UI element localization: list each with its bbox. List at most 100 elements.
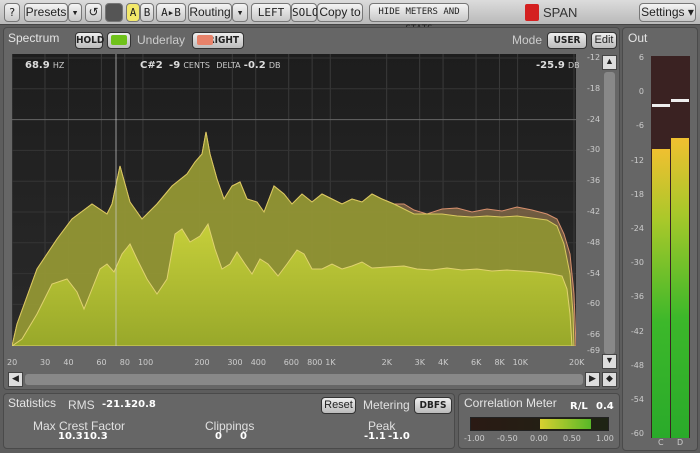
zoom-reset-button[interactable]: ◆	[602, 372, 617, 387]
hide-meters-button[interactable]: HIDE METERS AND STATS	[369, 3, 469, 34]
out-scale-label: -36	[630, 292, 644, 302]
out-scale-label: -42	[630, 326, 644, 336]
out-scale-label: -18	[630, 189, 644, 199]
spectrum-tab[interactable]: Spectrum	[8, 31, 59, 45]
freq-tick-label: 10K	[512, 358, 529, 367]
edit-button[interactable]: Edit	[591, 32, 617, 49]
mode-select[interactable]: USER	[547, 32, 587, 49]
cursor-note-readout: C#2 -9 CENTS DELTA -0.2 DB	[140, 60, 281, 71]
out-scale-label: 0	[638, 87, 644, 97]
db-tick-label: -54	[587, 268, 601, 278]
rms-right: -20.8	[127, 399, 156, 410]
db-tick-label: -48	[587, 237, 601, 247]
clip-left: 0	[215, 431, 222, 442]
db-tick-label: -36	[587, 176, 601, 186]
freq-tick-label: 60	[96, 358, 107, 367]
presets-dropdown[interactable]: ▾	[68, 3, 82, 22]
freq-tick-label: 6K	[471, 358, 482, 367]
copy-to-button[interactable]: Copy to	[317, 3, 363, 22]
reset-button[interactable]: Reset	[321, 397, 356, 414]
underlay-right-button[interactable]: RIGHT	[192, 32, 244, 49]
out-scale-label: -54	[630, 395, 644, 404]
rl-label: R/L	[570, 401, 588, 412]
peak-right: -1.0	[388, 431, 410, 442]
hold-button[interactable]: HOLD	[75, 32, 104, 49]
rms-label: RMS	[68, 398, 95, 412]
correlation-meter	[470, 417, 609, 431]
db-tick-label: -60	[587, 299, 601, 309]
mode-label: Mode	[512, 33, 543, 47]
scroll-right-button[interactable]: ▶	[585, 372, 600, 387]
freq-tick-label: 300	[227, 358, 243, 367]
routing-dropdown[interactable]: ▾	[232, 3, 248, 22]
scroll-left-button[interactable]: ◀	[8, 372, 23, 387]
freq-tick-label: 8K	[494, 358, 505, 367]
db-tick-label: -18	[587, 83, 601, 93]
solo-button[interactable]: SOLO	[291, 3, 319, 22]
help-button[interactable]: ?	[4, 3, 20, 22]
freq-tick-label: 1K	[325, 358, 336, 367]
correlation-scale-label: -1.00	[464, 434, 485, 443]
meter-bar-right	[671, 137, 689, 438]
spectrum-plot[interactable]	[12, 54, 576, 346]
scroll-down-button[interactable]: ▼	[602, 354, 617, 369]
freq-tick-label: 3K	[414, 358, 425, 367]
app-logo-text: SPAN	[543, 5, 578, 20]
reset-icon[interactable]: ↺	[85, 3, 102, 22]
presets-button[interactable]: Presets	[24, 3, 68, 22]
left-button[interactable]: LEFT	[251, 3, 291, 22]
preset-b-button[interactable]: B	[140, 3, 154, 22]
channel-label-right: D	[677, 438, 684, 447]
settings-button[interactable]: Settings ▾	[639, 3, 696, 22]
routing-button[interactable]: Routing	[188, 3, 232, 22]
output-level-meter	[651, 56, 690, 438]
crest-right: 10.3	[83, 431, 108, 442]
freq-tick-label: 20K	[569, 358, 585, 367]
channel-label-left: C	[658, 438, 664, 447]
freq-tick-label: 30	[39, 358, 51, 367]
clip-right: 0	[240, 431, 247, 442]
underlay-color-swatch	[197, 35, 213, 45]
correlation-fill	[539, 419, 591, 429]
underlay-label: Underlay	[137, 33, 186, 47]
correlation-tab[interactable]: Correlation Meter	[464, 396, 557, 410]
freq-tick-label: 80	[119, 358, 130, 367]
out-scale-label: -48	[630, 360, 644, 370]
metering-label: Metering	[363, 398, 410, 412]
horizontal-scrollbar[interactable]	[25, 374, 583, 385]
logo-icon	[525, 4, 539, 21]
freq-tick-label: 200	[194, 358, 210, 367]
meter-bar-left	[652, 149, 670, 438]
out-scale-label: -12	[630, 155, 644, 165]
cursor-freq-readout: 68.9 HZ	[25, 60, 65, 71]
freq-tick-label: 20	[7, 358, 18, 367]
peak-left: -1.1	[364, 431, 386, 442]
freq-tick-label: 600	[283, 358, 299, 367]
db-tick-label: -42	[587, 207, 601, 216]
db-tick-label: -24	[587, 114, 601, 124]
metering-select[interactable]: DBFS	[414, 397, 452, 414]
preset-a-button[interactable]: A	[126, 3, 140, 22]
out-scale-label: 6	[638, 53, 644, 62]
correlation-value: 0.4	[596, 401, 614, 412]
a-to-b-button[interactable]: A▸B	[156, 3, 186, 22]
hold-color-swatch[interactable]	[107, 32, 131, 49]
correlation-scale-label: 1.00	[596, 434, 614, 443]
scroll-up-button[interactable]: ▲	[602, 55, 617, 70]
peak-hold-right	[671, 98, 689, 102]
bypass-button[interactable]	[105, 3, 123, 22]
crest-left: 10.3	[58, 431, 83, 442]
freq-tick-label: 4K	[438, 358, 449, 367]
vertical-scrollbar[interactable]	[604, 72, 615, 354]
out-tab[interactable]: Out	[628, 31, 647, 45]
freq-tick-label: 800	[307, 358, 323, 367]
correlation-scale-label: -0.50	[497, 434, 518, 443]
cursor-level-readout: -25.9 DB	[536, 60, 580, 71]
db-tick-label: -30	[587, 145, 601, 155]
correlation-scale-label: 0.00	[530, 434, 548, 443]
db-tick-label: -69	[587, 345, 601, 355]
db-tick-label: -66	[587, 330, 601, 340]
freq-tick-label: 40	[63, 358, 74, 367]
statistics-tab[interactable]: Statistics	[8, 396, 56, 410]
out-scale-label: -60	[630, 429, 644, 439]
